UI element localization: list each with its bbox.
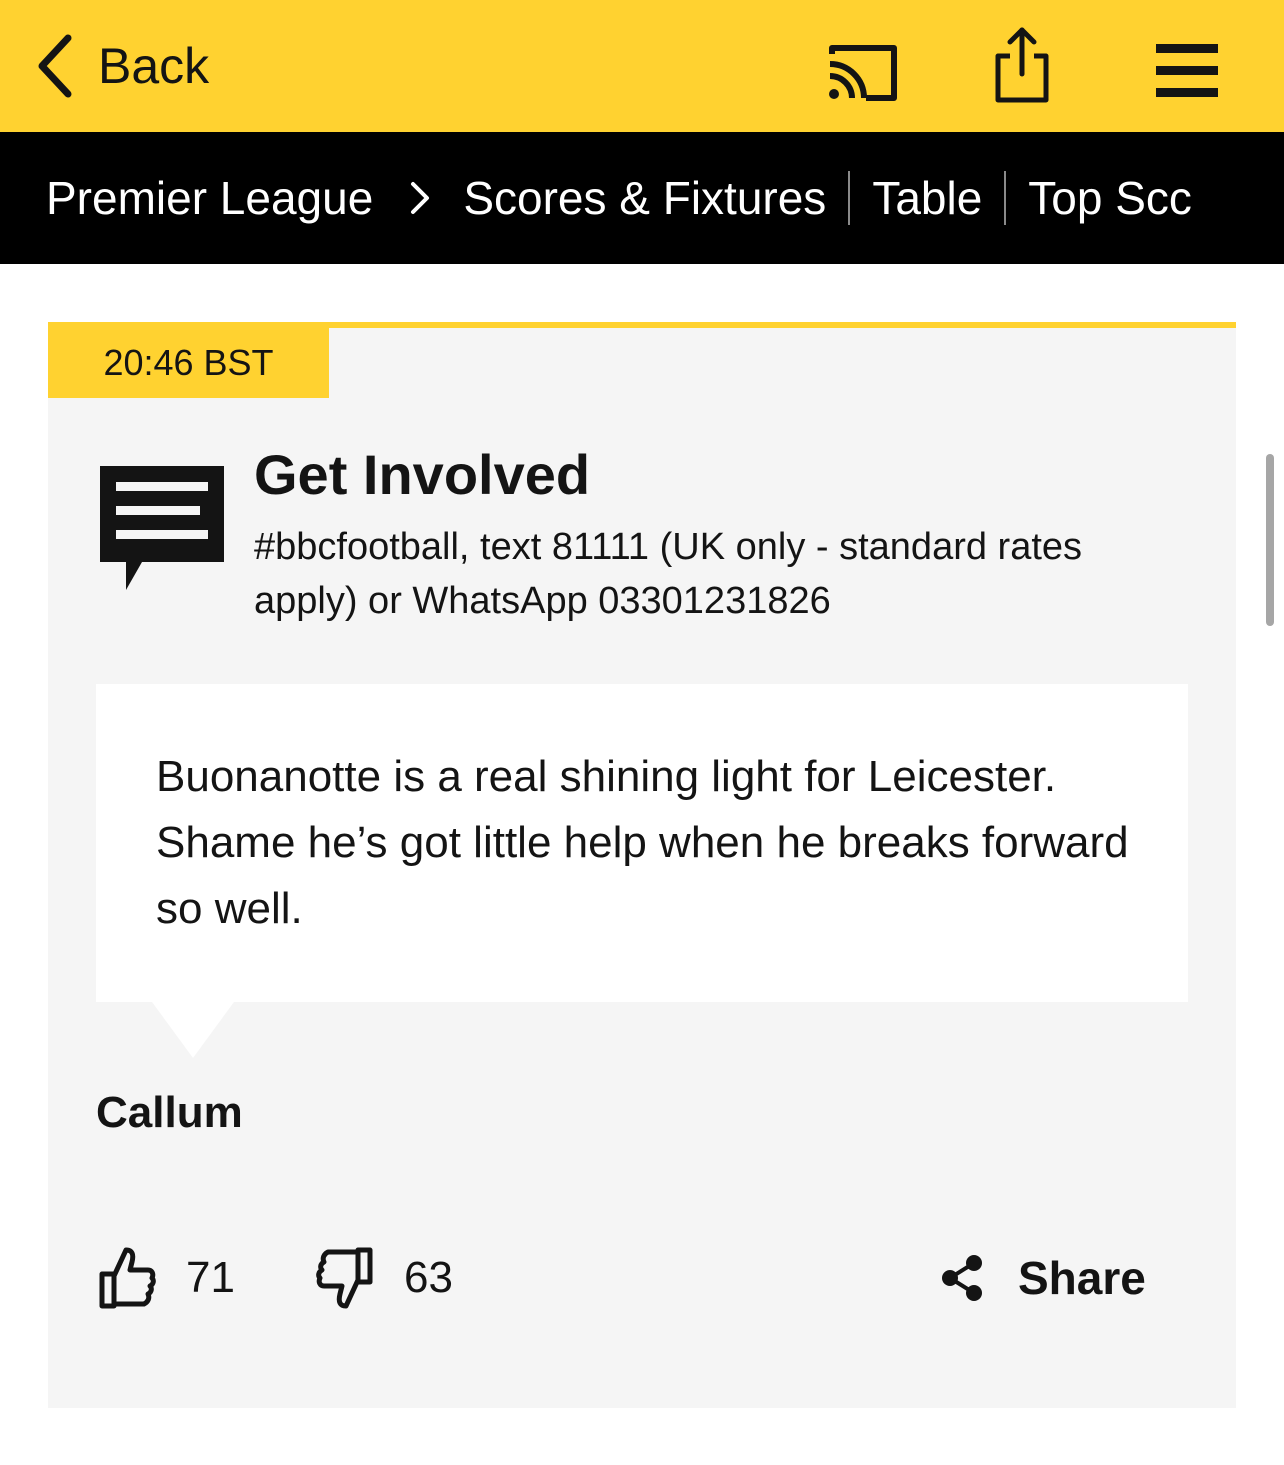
nav-divider <box>1004 171 1007 225</box>
thumbs-down-icon <box>316 1247 373 1309</box>
get-involved-title: Get Involved <box>254 443 591 506</box>
section-nav-bar: Premier League Scores & Fixtures Table T… <box>0 132 1284 264</box>
nav-table[interactable]: Table <box>872 171 982 225</box>
like-count: 71 <box>186 1253 235 1302</box>
quote-author: Callum <box>96 1088 243 1137</box>
like-button[interactable]: 71 <box>98 1238 235 1318</box>
dislike-button[interactable]: 63 <box>316 1238 453 1318</box>
post-timestamp: 20:46 BST <box>48 328 329 398</box>
thumbs-up-icon <box>99 1247 156 1309</box>
back-label: Back <box>98 38 210 94</box>
top-app-bar: Back <box>0 0 1284 132</box>
chevron-right-icon <box>411 182 430 214</box>
scrollbar[interactable] <box>1266 454 1274 626</box>
cast-icon[interactable] <box>826 42 900 104</box>
post-share-button[interactable]: Share <box>940 1238 1146 1318</box>
comment-icon <box>100 466 224 590</box>
get-involved-subtitle: #bbcfootball, text 81111 (UK only - stan… <box>254 526 1083 622</box>
nav-premier-league[interactable]: Premier League <box>46 171 373 225</box>
nav-scores-fixtures[interactable]: Scores & Fixtures <box>463 171 826 225</box>
back-button[interactable]: Back <box>36 30 209 102</box>
nav-top-scorers[interactable]: Top Scc <box>1028 171 1192 225</box>
chevron-left-icon <box>38 34 72 98</box>
dislike-count: 63 <box>404 1253 453 1302</box>
quote-tail <box>152 1002 234 1058</box>
section-nav: Premier League Scores & Fixtures Table T… <box>46 132 1238 264</box>
menu-icon[interactable] <box>1156 42 1218 100</box>
live-post-card: 20:46 BST Get Involved #bbcfootball, tex… <box>48 322 1236 1408</box>
nav-divider <box>848 171 851 225</box>
share-nodes-icon <box>942 1255 982 1301</box>
quote-text: Buonanotte is a real shining light for L… <box>156 752 1129 933</box>
quote-box: Buonanotte is a real shining light for L… <box>96 684 1188 1002</box>
share-icon[interactable] <box>990 26 1054 104</box>
share-label: Share <box>1018 1252 1146 1304</box>
